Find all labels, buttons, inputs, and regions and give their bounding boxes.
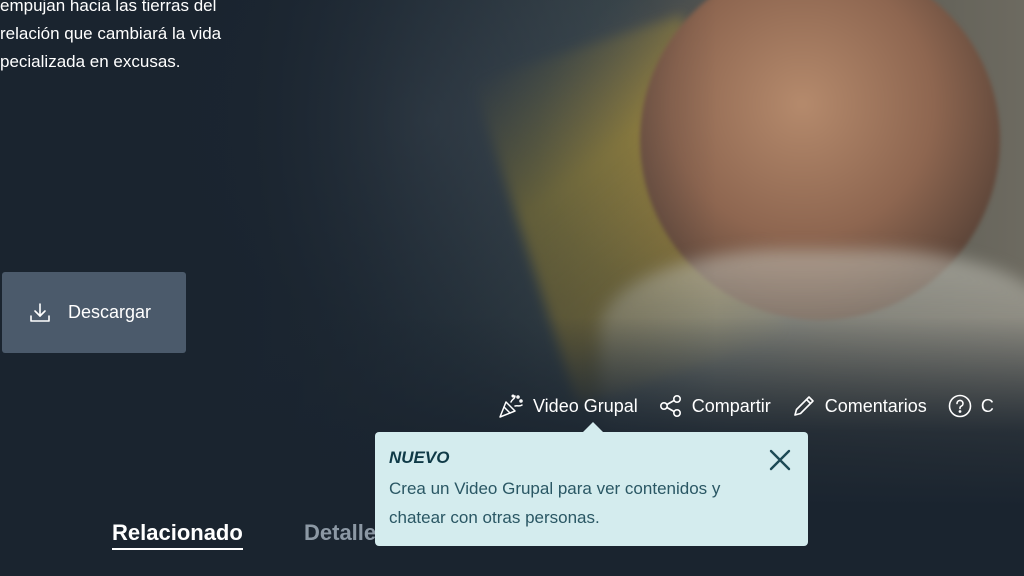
synopsis-line: pecializada en excusas.	[0, 52, 181, 71]
download-button-label: Descargar	[68, 302, 152, 322]
tooltip-body: Crea un Video Grupal para ver contenidos…	[389, 479, 721, 527]
share-icon	[659, 394, 681, 417]
video-grupal-button[interactable]: Video Grupal	[497, 392, 638, 420]
action-bar: Video Grupal Compartir Comentarios C	[497, 390, 1014, 422]
share-button[interactable]: Compartir	[658, 393, 771, 419]
synopsis-line: relación que cambiará la vida	[0, 24, 222, 43]
download-button[interactable]: Descargar	[2, 272, 186, 353]
help-button[interactable]: C	[947, 393, 994, 419]
share-label: Compartir	[691, 395, 771, 416]
comments-button[interactable]: Comentarios	[791, 393, 927, 419]
synopsis-line: empujan hacia las tierras del	[0, 0, 217, 15]
help-label: C	[980, 395, 994, 416]
party-popper-icon	[499, 394, 523, 418]
tab-related[interactable]: Relacionado	[112, 520, 243, 550]
new-feature-tooltip: NUEVO Crea un Video Grupal para ver cont…	[375, 432, 808, 546]
pencil-icon	[793, 396, 814, 416]
comments-label: Comentarios	[824, 395, 927, 416]
close-icon[interactable]	[768, 448, 792, 472]
content-tabs: Relacionado Detalles	[112, 520, 388, 550]
video-grupal-label: Video Grupal	[533, 395, 638, 416]
tooltip-title: NUEVO	[389, 448, 450, 467]
synopsis-text: empujan hacia las tierras del relación q…	[0, 0, 280, 76]
help-circle-icon	[948, 394, 972, 418]
download-icon	[30, 302, 50, 322]
